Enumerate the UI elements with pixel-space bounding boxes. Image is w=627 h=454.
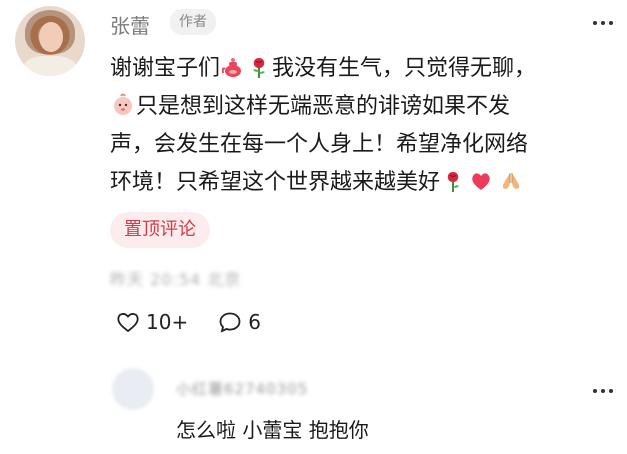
avatar-face — [39, 22, 63, 52]
reply-more-icon[interactable] — [593, 389, 613, 393]
comment-segment: 谢谢宝子们 — [110, 56, 221, 81]
comment-line-1: 谢谢宝子们 我没有生气，只觉得无聊， — [110, 50, 610, 88]
reply-avatar[interactable] — [112, 368, 154, 410]
comment-text: 谢谢宝子们 我没有生气，只觉得无聊， 只是想到这样无端恶意的诽谤如果不发 声，会… — [110, 50, 610, 202]
rose-emoji — [253, 58, 266, 78]
heart-emoji — [472, 173, 490, 190]
author-name[interactable]: 张蕾 — [110, 10, 150, 39]
reply-text: 怎么啦 小蕾宝 抱抱你 — [176, 418, 369, 442]
heart-outline-icon — [117, 313, 139, 333]
reply-count: 6 — [248, 310, 261, 334]
author-avatar[interactable] — [15, 6, 85, 76]
avatar-body — [23, 56, 77, 76]
comment-actions: 10+ 6 — [116, 310, 291, 334]
teapot-emoji — [222, 58, 242, 77]
like-button[interactable]: 10+ — [116, 310, 188, 334]
comment-line-3: 声，会发生在每一个人身上！希望净化网络 — [110, 132, 529, 157]
comment-segment: 环境！只希望这个世界越来越美好 — [110, 170, 441, 195]
comment-segment: 只是想到这样无端恶意的诽谤如果不发 — [136, 94, 511, 119]
like-count: 10+ — [146, 310, 189, 334]
pinned-comment-badge: 置顶评论 — [110, 212, 210, 248]
comment-line-4: 环境！只希望这个世界越来越美好 — [110, 164, 610, 202]
baby-face-emoji — [114, 93, 132, 115]
comment-bubble-icon — [219, 312, 241, 333]
pray-hands-emoji — [502, 173, 520, 189]
rose-emoji — [447, 172, 460, 192]
reply-author-name[interactable]: 小红薯62740305 — [176, 378, 308, 399]
comment-timestamp: 昨天 20:54 北京 — [110, 270, 242, 289]
comment-line-2: 只是想到这样无端恶意的诽谤如果不发 — [110, 88, 610, 126]
author-badge: 作者 — [170, 9, 216, 35]
more-icon[interactable] — [593, 21, 613, 25]
reply-button[interactable]: 6 — [218, 310, 261, 334]
comment-segment: 我没有生气，只觉得无聊， — [272, 56, 537, 81]
